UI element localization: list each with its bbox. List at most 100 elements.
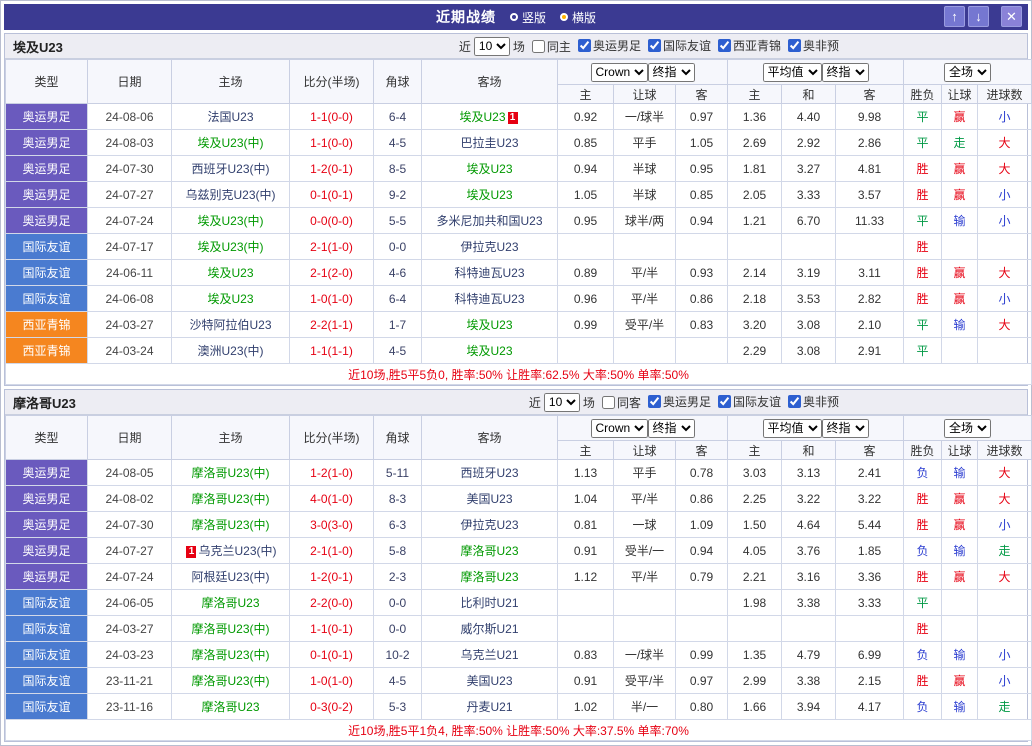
team-link[interactable]: 丹麦U21: [466, 700, 512, 714]
team-link[interactable]: 摩洛哥U23: [460, 544, 518, 558]
team-link[interactable]: 摩洛哥U23(中): [191, 518, 269, 532]
home-team-cell[interactable]: 法国U23: [171, 103, 290, 130]
away-team-cell[interactable]: 美国U23: [421, 667, 558, 694]
team-link[interactable]: 埃及U23: [459, 110, 505, 124]
score-cell[interactable]: 1-2(0-1): [289, 563, 374, 590]
bookmaker-select[interactable]: Crown: [590, 62, 648, 82]
competition-filter[interactable]: 西亚青锦: [717, 37, 781, 54]
competition-filter[interactable]: 奥非预: [787, 37, 839, 54]
competition-checkbox[interactable]: [647, 395, 661, 408]
away-team-cell[interactable]: 丹麦U21: [421, 693, 558, 720]
move-up-button[interactable]: ↑: [944, 6, 965, 27]
away-team-cell[interactable]: 西班牙U23: [421, 459, 558, 486]
layout-horizontal-radio[interactable]: 横版: [560, 9, 596, 26]
league-badge[interactable]: 西亚青锦: [5, 311, 88, 338]
league-badge[interactable]: 国际友谊: [5, 259, 88, 286]
score-cell[interactable]: 1-2(1-0): [289, 459, 374, 486]
away-team-cell[interactable]: 伊拉克U23: [421, 511, 558, 538]
score-cell[interactable]: 3-0(3-0): [289, 511, 374, 538]
away-team-cell[interactable]: 巴拉圭U23: [421, 129, 558, 156]
team-link[interactable]: 埃及U23: [207, 266, 253, 280]
score-cell[interactable]: 1-2(0-1): [289, 155, 374, 182]
competition-filter[interactable]: 奥运男足: [577, 37, 641, 54]
team-link[interactable]: 埃及U23(中): [197, 136, 263, 150]
team-link[interactable]: 西班牙U23(中): [191, 162, 269, 176]
score-cell[interactable]: 4-0(1-0): [289, 485, 374, 512]
league-badge[interactable]: 国际友谊: [5, 693, 88, 720]
move-down-button[interactable]: ↓: [968, 6, 989, 27]
away-team-cell[interactable]: 埃及U23: [421, 311, 558, 338]
home-team-cell[interactable]: 乌兹别克U23(中): [171, 181, 290, 208]
away-team-cell[interactable]: 埃及U23 1: [421, 103, 558, 130]
average-select[interactable]: 平均值: [762, 62, 822, 82]
home-team-cell[interactable]: 澳洲U23(中): [171, 337, 290, 364]
team-link[interactable]: 西班牙U23: [460, 466, 518, 480]
team-link[interactable]: 乌兹别克U23(中): [185, 188, 275, 202]
team-link[interactable]: 埃及U23: [466, 162, 512, 176]
score-cell[interactable]: 2-1(1-0): [289, 233, 374, 260]
score-cell[interactable]: 0-0(0-0): [289, 207, 374, 234]
team-link[interactable]: 澳洲U23(中): [197, 344, 263, 358]
score-cell[interactable]: 1-1(0-0): [289, 103, 374, 130]
layout-vertical-radio[interactable]: 竖版: [509, 9, 546, 26]
team-link[interactable]: 伊拉克U23: [460, 518, 518, 532]
team-link[interactable]: 乌克兰U23(中): [198, 544, 276, 558]
team-link[interactable]: 埃及U23: [466, 344, 512, 358]
away-team-cell[interactable]: 埃及U23: [421, 155, 558, 182]
competition-checkbox[interactable]: [787, 39, 801, 52]
team-link[interactable]: 多米尼加共和国U23: [436, 214, 542, 228]
team-link[interactable]: 科特迪瓦U23: [454, 292, 524, 306]
team-link[interactable]: 埃及U23(中): [197, 240, 263, 254]
score-cell[interactable]: 2-2(1-1): [289, 311, 374, 338]
home-team-cell[interactable]: 阿根廷U23(中): [171, 563, 290, 590]
away-team-cell[interactable]: 美国U23: [421, 485, 558, 512]
away-team-cell[interactable]: 威尔斯U21: [421, 615, 558, 642]
same-venue-checkbox[interactable]: [531, 39, 545, 53]
team-link[interactable]: 乌克兰U21: [460, 648, 518, 662]
team-link[interactable]: 摩洛哥U23(中): [191, 466, 269, 480]
team-link[interactable]: 摩洛哥U23(中): [191, 648, 269, 662]
home-team-cell[interactable]: 埃及U23: [171, 285, 290, 312]
away-team-cell[interactable]: 多米尼加共和国U23: [421, 207, 558, 234]
score-cell[interactable]: 2-1(2-0): [289, 259, 374, 286]
league-badge[interactable]: 奥运男足: [5, 181, 88, 208]
home-team-cell[interactable]: 摩洛哥U23(中): [171, 459, 290, 486]
team-link[interactable]: 阿根廷U23(中): [191, 570, 269, 584]
home-team-cell[interactable]: 摩洛哥U23(中): [171, 667, 290, 694]
league-badge[interactable]: 奥运男足: [5, 563, 88, 590]
away-team-cell[interactable]: 摩洛哥U23: [421, 537, 558, 564]
score-cell[interactable]: 0-1(0-1): [289, 641, 374, 668]
competition-checkbox[interactable]: [787, 395, 801, 408]
home-team-cell[interactable]: 沙特阿拉伯U23: [171, 311, 290, 338]
league-badge[interactable]: 国际友谊: [5, 285, 88, 312]
league-badge[interactable]: 国际友谊: [5, 233, 88, 260]
away-team-cell[interactable]: 埃及U23: [421, 181, 558, 208]
league-badge[interactable]: 奥运男足: [5, 537, 88, 564]
competition-filter[interactable]: 国际友谊: [647, 37, 711, 54]
league-badge[interactable]: 奥运男足: [5, 207, 88, 234]
team-link[interactable]: 摩洛哥U23: [201, 596, 259, 610]
score-cell[interactable]: 1-1(0-1): [289, 615, 374, 642]
team-link[interactable]: 埃及U23: [207, 292, 253, 306]
asia-final-select[interactable]: 终指: [647, 418, 695, 438]
team-link[interactable]: 摩洛哥U23(中): [191, 492, 269, 506]
away-team-cell[interactable]: 摩洛哥U23: [421, 563, 558, 590]
home-team-cell[interactable]: 埃及U23(中): [171, 129, 290, 156]
close-button[interactable]: ✕: [1001, 6, 1022, 27]
competition-filter[interactable]: 国际友谊: [717, 393, 781, 410]
league-badge[interactable]: 奥运男足: [5, 485, 88, 512]
competition-filter[interactable]: 奥运男足: [647, 393, 711, 410]
euro-final-select[interactable]: 终指: [821, 62, 869, 82]
score-cell[interactable]: 0-3(0-2): [289, 693, 374, 720]
league-badge[interactable]: 国际友谊: [5, 667, 88, 694]
team-link[interactable]: 科特迪瓦U23: [454, 266, 524, 280]
home-team-cell[interactable]: 摩洛哥U23(中): [171, 511, 290, 538]
competition-checkbox[interactable]: [577, 39, 591, 52]
league-badge[interactable]: 国际友谊: [5, 589, 88, 616]
team-link[interactable]: 埃及U23: [466, 318, 512, 332]
score-cell[interactable]: 2-2(0-0): [289, 589, 374, 616]
same-venue-checkbox[interactable]: [601, 395, 615, 409]
home-team-cell[interactable]: 埃及U23(中): [171, 233, 290, 260]
match-count-select[interactable]: 10: [543, 392, 580, 412]
score-cell[interactable]: 1-1(0-0): [289, 129, 374, 156]
